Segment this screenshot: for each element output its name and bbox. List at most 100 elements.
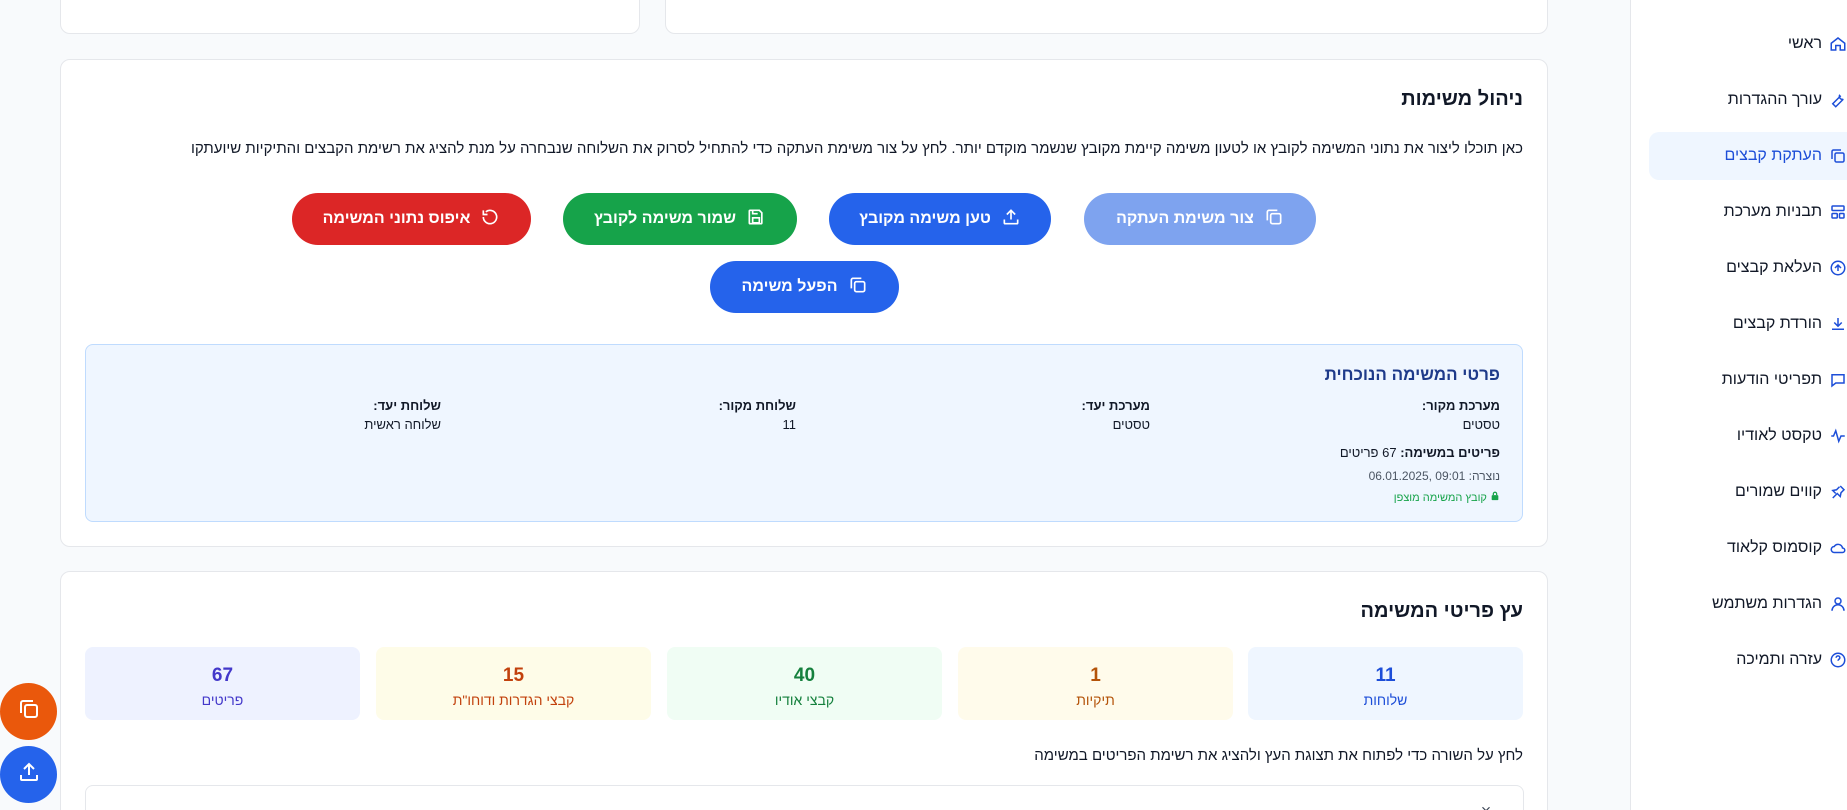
encrypted-line: קובץ המשימה מוצפן <box>1394 491 1500 504</box>
stat-folders: 1 תיקיות <box>958 647 1233 720</box>
sidebar-item-upload-files[interactable]: העלאת קבצים <box>1649 244 1847 292</box>
copy-icon <box>1829 147 1847 165</box>
sidebar-item-label: ראשי <box>1787 35 1822 52</box>
items-count-value: 67 פריטים <box>1339 445 1397 460</box>
sidebar-item-help[interactable]: עזרה ותמיכה <box>1649 636 1847 684</box>
stat-settings-files: 15 קבצי הגדרות ודוחו"ת <box>376 647 651 720</box>
message-icon <box>1829 371 1847 389</box>
stat-extensions: 11 שלוחות <box>1248 647 1523 720</box>
task-management-description: כאן תוכלו ליצור את נתוני המשימה לקובץ או… <box>190 140 1523 157</box>
pin-icon <box>1829 483 1847 501</box>
load-task-label: טען משימה מקובץ <box>859 210 991 227</box>
help-icon <box>1829 651 1847 669</box>
sidebar-item-label: הורדת קבצים <box>1732 315 1822 332</box>
upload-icon <box>17 760 41 789</box>
sidebar-item-label: עזרה ותמיכה <box>1736 651 1822 668</box>
current-task-title: פרטי המשימה הנוכחית <box>1324 365 1500 384</box>
upload-circle-icon <box>1829 259 1847 277</box>
sidebar-item-label: קוסמוס קלאוד <box>1727 539 1822 556</box>
stat-audio-files-value: 40 <box>793 665 816 686</box>
sidebar-item-label: תפריטי הודעות <box>1721 371 1822 388</box>
sidebar-item-label: עורך ההגדרות <box>1727 91 1822 108</box>
sidebar-item-templates[interactable]: תבניות מערכת <box>1649 188 1847 236</box>
sidebar-item-label: הגדרות משתמש <box>1711 595 1822 612</box>
top-card-right <box>665 0 1548 34</box>
floating-copy-button[interactable] <box>0 683 57 740</box>
task-management-title: ניהול משימות <box>1401 88 1523 110</box>
sidebar-item-label: העלאת קבצים <box>1726 259 1822 276</box>
sidebar-item-settings-editor[interactable]: עורך ההגדרות <box>1649 76 1847 124</box>
sidebar-item-label: העתקת קבצים <box>1724 147 1822 164</box>
sidebar-item-download-files[interactable]: הורדת קבצים <box>1649 300 1847 348</box>
created-value: 06.01.2025, 09:01 <box>1368 469 1466 483</box>
target-system-field: מערכת יעד: טסטים <box>1082 398 1150 432</box>
source-system-field: מערכת מקור: טסטים <box>1422 398 1500 432</box>
source-extension-label: שלוחת מקור: <box>718 398 796 413</box>
source-extension-field: שלוחת מקור: 11 <box>719 398 796 432</box>
sidebar-item-label: טקסט לאודיו <box>1736 427 1822 444</box>
stat-folders-value: 1 <box>1090 665 1101 686</box>
stat-extensions-label: שלוחות <box>1363 692 1408 708</box>
create-copy-task-label: צור משימת העתקה <box>1116 210 1254 227</box>
source-extension-value: 11 <box>782 417 797 432</box>
created-line: נוצרה: 06.01.2025, 09:01 <box>1369 469 1500 483</box>
task-tree-title: עץ פריטי המשימה <box>1360 600 1524 622</box>
created-label: נוצרה: <box>1468 469 1500 483</box>
stat-settings-files-label: קבצי הגדרות ודוחו"ת <box>452 692 575 708</box>
audio-wave-icon <box>1829 427 1847 445</box>
stat-extensions-value: 11 <box>1375 665 1396 686</box>
target-extension-value: שלוחה ראשית <box>364 417 441 432</box>
sidebar-item-home[interactable]: ראשי <box>1649 20 1847 68</box>
stat-audio-files-label: קבצי אודיו <box>774 692 835 708</box>
upload-icon <box>1001 207 1021 232</box>
run-task-button[interactable]: הפעל משימה <box>710 261 899 313</box>
reset-task-button[interactable]: איפוס נתוני המשימה <box>292 193 531 245</box>
top-card-left <box>60 0 640 34</box>
stat-audio-files: 40 קבצי אודיו <box>667 647 942 720</box>
template-icon <box>1829 203 1847 221</box>
sidebar: ראשי עורך ההגדרות העתקת קבצים תבניות מער… <box>1630 0 1847 810</box>
items-count-line: פריטים במשימה: 67 פריטים <box>1340 445 1500 460</box>
copy-icon <box>17 697 41 726</box>
reset-task-label: איפוס נתוני המשימה <box>322 210 471 227</box>
task-tree-row[interactable] <box>85 785 1524 810</box>
sidebar-item-user-settings[interactable]: הגדרות משתמש <box>1649 580 1847 628</box>
home-icon <box>1829 35 1847 53</box>
target-extension-field: שלוחת יעד: שלוחה ראשית <box>364 398 441 432</box>
lock-icon <box>1487 491 1500 504</box>
chevron-down-icon <box>1479 802 1493 810</box>
reset-icon <box>480 207 500 232</box>
sidebar-item-cosmos-cloud[interactable]: קוסמוס קלאוד <box>1649 524 1847 572</box>
stat-items-label: פריטים <box>201 692 244 708</box>
copy-icon <box>848 275 868 300</box>
stat-folders-label: תיקיות <box>1076 692 1115 708</box>
task-tree-hint: לחץ על השורה כדי לפתוח את תצוגת העץ ולהצ… <box>1034 747 1523 764</box>
save-icon <box>746 207 766 232</box>
create-copy-task-button[interactable]: צור משימת העתקה <box>1084 193 1316 245</box>
stat-items: 67 פריטים <box>85 647 360 720</box>
floating-upload-button[interactable] <box>0 746 57 803</box>
source-system-value: טסטים <box>1462 417 1500 432</box>
sidebar-item-message-menus[interactable]: תפריטי הודעות <box>1649 356 1847 404</box>
cloud-icon <box>1829 539 1847 557</box>
copy-icon <box>1264 207 1284 232</box>
stat-settings-files-value: 15 <box>502 665 525 686</box>
run-task-label: הפעל משימה <box>741 278 838 295</box>
stat-items-value: 67 <box>211 665 234 686</box>
user-icon <box>1829 595 1847 613</box>
current-task-details: פרטי המשימה הנוכחית מערכת מקור: טסטים מע… <box>85 344 1523 522</box>
target-system-label: מערכת יעד: <box>1081 398 1150 413</box>
wrench-icon <box>1829 91 1847 109</box>
load-task-button[interactable]: טען משימה מקובץ <box>829 193 1051 245</box>
sidebar-item-text-to-audio[interactable]: טקסט לאודיו <box>1649 412 1847 460</box>
save-task-button[interactable]: שמור משימה לקובץ <box>563 193 797 245</box>
sidebar-item-label: קווים שמורים <box>1735 483 1822 500</box>
sidebar-item-file-copy[interactable]: העתקת קבצים <box>1649 132 1847 180</box>
download-icon <box>1829 315 1847 333</box>
target-system-value: טסטים <box>1112 417 1150 432</box>
items-count-label: פריטים במשימה: <box>1400 445 1500 460</box>
encrypted-text: קובץ המשימה מוצפן <box>1393 492 1487 504</box>
sidebar-item-saved-lines[interactable]: קווים שמורים <box>1649 468 1847 516</box>
sidebar-item-label: תבניות מערכת <box>1723 203 1822 220</box>
target-extension-label: שלוחת יעד: <box>373 398 441 413</box>
